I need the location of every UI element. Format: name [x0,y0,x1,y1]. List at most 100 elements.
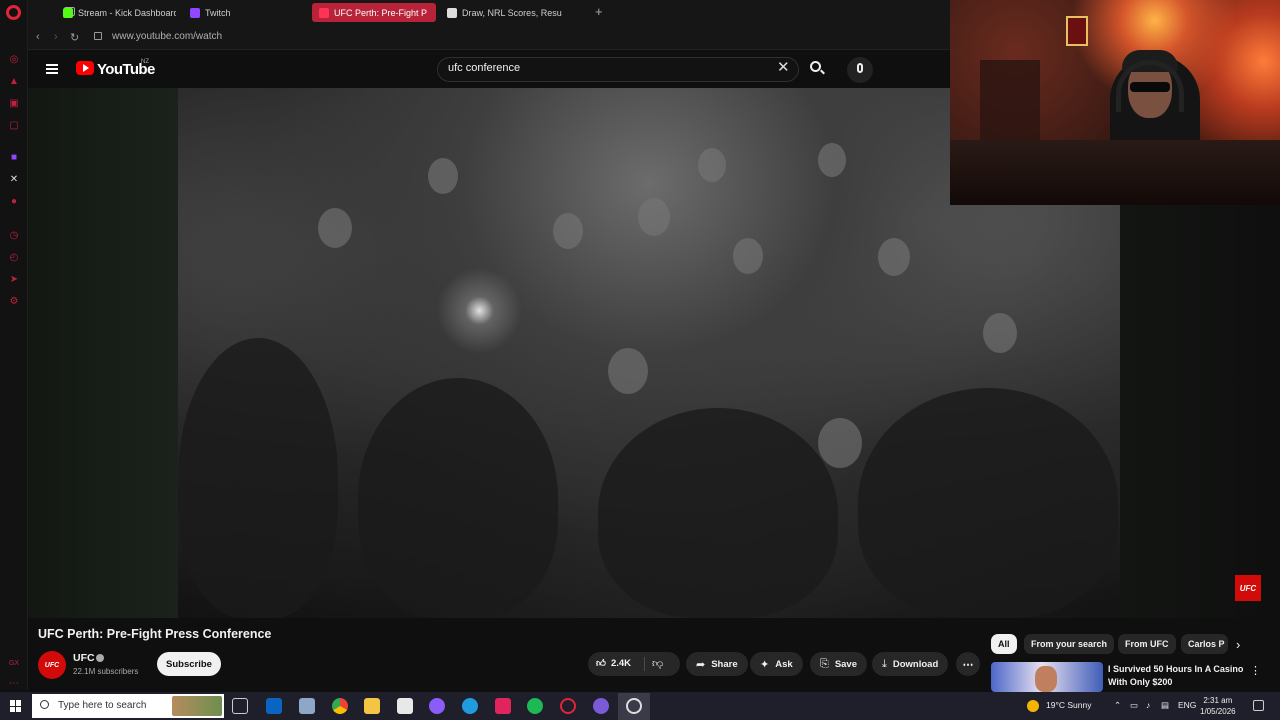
tab-label: Stream - Kick Dashboard [78,7,176,18]
sidebar-music-icon[interactable]: ● [7,194,21,208]
search-box[interactable] [437,57,799,82]
sidebar-history-icon[interactable]: ◷ [7,228,21,242]
taskbar-search[interactable]: Type here to search [32,694,224,718]
youtube-icon [319,7,329,18]
chevron-right-icon[interactable]: › [1236,637,1240,652]
sidebar-settings-icon[interactable]: ⚙ [7,294,21,308]
outlook-icon[interactable] [266,698,282,714]
related-video-thumbnail[interactable] [991,662,1103,692]
like-count: 2.4K [610,657,632,669]
related-video-title[interactable]: I Survived 50 Hours In A Casino With Onl… [1108,663,1248,689]
sidebar-messenger-icon[interactable]: ◎ [7,52,21,66]
clear-search-icon[interactable]: ✕ [777,60,790,75]
chip-from-your-search[interactable]: From your search [1024,634,1115,654]
tray-mic-icon[interactable]: ♪ [1146,700,1150,710]
sidebar-x-icon[interactable]: ✕ [7,172,21,186]
sidebar-pinboard-icon[interactable]: ▢ [7,118,21,132]
related-more-icon[interactable]: ⋮ [1250,664,1261,677]
wall-picture [1066,16,1088,46]
ask-button[interactable]: ✦ Ask [750,652,803,676]
share-button[interactable]: ➦ Share [686,652,748,676]
like-button[interactable]: 👍︎ 2.4K [596,657,632,670]
youtube-logo-icon[interactable] [76,61,94,75]
tab-strip: Stream - Kick Dashboard Twitch UFC Perth… [28,0,950,25]
sidebar-aria-icon[interactable]: ▲ [7,74,21,88]
tab-label: UFC Perth: Pre-Fight P [334,7,428,18]
webcam-overlay [950,0,1280,205]
edge-icon[interactable] [462,698,478,714]
subscribe-button[interactable]: Subscribe [157,652,221,676]
notification-icon[interactable] [1253,700,1264,711]
kick-icon [63,7,73,18]
spotify-icon[interactable] [527,698,543,714]
bookmark-icon: ⎘ [820,657,829,670]
chrome-icon[interactable] [332,698,348,714]
sidebar-twitch-icon[interactable]: ■ [7,150,21,164]
sparkle-icon: ✦ [760,658,770,671]
sidebar-flow-icon[interactable]: ▣ [7,96,21,110]
download-icon: ⤓ [882,657,887,670]
sidebar-send-icon[interactable]: ➤ [7,272,21,286]
chip-carlos[interactable]: Carlos P [1181,634,1228,654]
dislike-button[interactable]: 👎︎ [652,657,663,670]
capcut-icon[interactable] [397,698,413,714]
channel-name[interactable]: UFC [73,652,95,664]
chip-all[interactable]: All [991,634,1017,654]
lock-icon [94,32,102,40]
tab-twitch[interactable]: Twitch [183,3,283,22]
save-button[interactable]: ⎘ Save [810,652,867,676]
tab-kick-dashboard[interactable]: Stream - Kick Dashboard [56,3,176,22]
tray-battery-icon[interactable]: ▭ [1130,700,1138,711]
url-field[interactable]: www.youtube.com/watch [112,31,222,42]
sidebar-clock-icon[interactable]: ◴ [7,250,21,264]
like-dislike-group: 👍︎ 2.4K 👎︎ [588,652,680,676]
menu-icon[interactable] [46,64,58,74]
bookmark-icon [447,7,457,18]
search-icon [40,700,49,709]
obs-icon[interactable] [626,698,642,714]
search-input[interactable] [448,62,748,74]
thumbs-down-icon: 👎︎ [652,658,664,670]
windows-start-icon[interactable] [10,700,22,712]
language-indicator[interactable]: ENG [1178,700,1196,710]
voice-search-button[interactable] [847,57,873,83]
search-button[interactable] [805,58,829,80]
app-icon[interactable] [429,698,445,714]
sidebar-more-icon[interactable]: ⋯ [7,676,21,690]
forward-icon[interactable]: › [54,31,58,43]
microphone-icon [857,63,863,73]
youtube-header: YouTube NZ ✕ [28,50,950,88]
opera-logo-icon[interactable] [6,5,21,20]
country-code: NZ [141,59,149,65]
weather-sun-icon[interactable] [1027,700,1039,712]
tray-network-icon[interactable]: ▤ [1161,700,1169,711]
address-bar: ‹ › ↻ www.youtube.com/watch [28,25,950,50]
more-actions-button[interactable]: ⋯ [956,652,980,676]
clock-time: 2:31 am [1203,696,1233,705]
folder-icon[interactable] [364,698,380,714]
tab-ufc-perth[interactable]: UFC Perth: Pre-Fight P [312,3,436,22]
back-icon[interactable]: ‹ [36,31,40,43]
tiktok-icon[interactable] [495,698,511,714]
discord-icon[interactable] [593,698,609,714]
file-icon[interactable] [299,698,315,714]
weather-text[interactable]: 19°C Sunny [1046,700,1091,710]
task-view-icon[interactable] [232,698,248,714]
channel-avatar[interactable]: UFC [38,651,66,679]
video-title: UFC Perth: Pre-Fight Press Conference [38,627,272,641]
tray-chevron-icon[interactable]: ⌃ [1114,700,1121,711]
ambient-left [28,88,178,618]
reload-icon[interactable]: ↻ [70,31,79,44]
sidebar-gx-icon[interactable]: GX [7,656,21,670]
ufc-watermark: UFC [1235,575,1261,601]
opera-icon[interactable] [560,698,576,714]
chip-from-ufc[interactable]: From UFC [1118,634,1176,654]
subscriber-count: 22.1M subscribers [73,667,139,676]
twitch-icon [190,7,200,18]
taskbar-search-placeholder: Type here to search [58,700,147,711]
tab-label: Draw, NRL Scores, Results [462,7,562,18]
download-button[interactable]: ⤓ Download [872,652,949,676]
system-clock[interactable]: 2:31 am 1/05/2026 [1200,695,1236,717]
tab-nrl-scores[interactable]: Draw, NRL Scores, Results [440,3,562,22]
new-tab-button[interactable]: + [595,4,603,19]
